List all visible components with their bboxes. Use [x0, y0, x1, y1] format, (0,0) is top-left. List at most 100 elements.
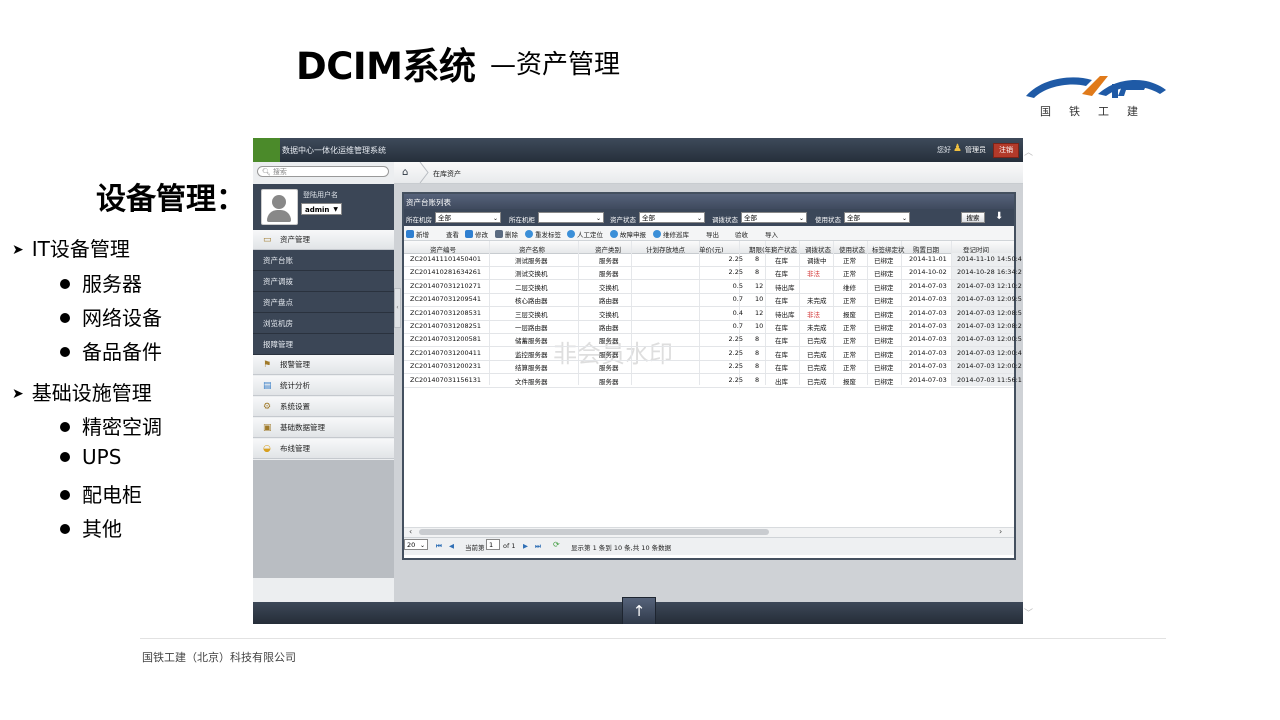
table-row[interactable]: [404, 319, 1014, 321]
resend-label-button[interactable]: 重发标签: [525, 229, 561, 239]
col-asset-name[interactable]: 资产名称: [519, 244, 545, 254]
filter-room-select[interactable]: 全部 ⌄: [435, 212, 501, 223]
col-usage-status[interactable]: 使用状态: [839, 244, 865, 254]
breadcrumb-current[interactable]: 在库资产: [433, 169, 461, 179]
cell-asset-name: 监控服务器: [515, 350, 548, 359]
table-row[interactable]: [404, 306, 1014, 308]
cell-price: 2.25: [728, 255, 743, 263]
grid-column-divider: [489, 241, 490, 385]
view-button[interactable]: 查看: [446, 229, 459, 239]
scroll-left-icon[interactable]: ‹: [409, 527, 412, 536]
cell-register-time: 2014-07-03 11:56:1: [957, 375, 1022, 384]
cell-asset-name: 测试服务器: [515, 257, 548, 265]
col-tag-status[interactable]: 标签绑定状: [872, 244, 905, 254]
sidebar-item-cabling[interactable]: ◒ 布线管理: [253, 439, 394, 459]
login-user-select[interactable]: admin ▼: [301, 203, 342, 215]
first-page-icon[interactable]: ⏮: [436, 542, 442, 551]
manual-locate-button[interactable]: 人工定位: [567, 229, 603, 239]
scroll-up-icon[interactable]: ︿: [1024, 145, 1033, 158]
sidebar-item-alarm[interactable]: ⚑ 报警管理: [253, 355, 394, 375]
sidebar-sub-asset-inventory[interactable]: 资产盘点: [253, 292, 394, 313]
scrollbar-thumb[interactable]: [419, 529, 769, 535]
cell-tag-status: 已绑定: [874, 297, 894, 306]
table-row[interactable]: [404, 386, 1014, 388]
cell-register-time: 2014-07-03 12:09:5: [957, 295, 1022, 304]
page-total: of 1: [503, 542, 516, 550]
sidebar-collapse-handle[interactable]: ‹: [394, 288, 401, 328]
repair-check-button[interactable]: 维修巡库: [653, 229, 689, 239]
col-price[interactable]: 单价(元): [699, 244, 724, 254]
sidebar-item-base-data[interactable]: ▣ 基础数据管理: [253, 418, 394, 438]
sidebar-search-input[interactable]: 🔍︎ 搜索: [257, 166, 389, 177]
dot-bullet-icon: [60, 524, 70, 534]
cell-price: 2.25: [728, 268, 743, 277]
cell-price: 2.25: [728, 348, 743, 357]
filter-cabinet-select[interactable]: ⌄: [538, 212, 604, 223]
add-button[interactable]: 新增: [406, 229, 429, 239]
grid-column-divider: [578, 241, 579, 385]
next-page-icon[interactable]: ▶: [523, 542, 528, 550]
table-row[interactable]: [404, 333, 1014, 334]
col-term[interactable]: 期限(年): [749, 244, 774, 254]
page-size-select[interactable]: 20 ⌄: [404, 539, 428, 550]
import-button[interactable]: 导入: [765, 229, 778, 239]
download-icon[interactable]: ⬇: [995, 211, 1003, 222]
cell-asset-no: ZC201407031200411: [410, 348, 482, 357]
cell-asset-no: ZC201407031156131: [410, 375, 482, 384]
col-category[interactable]: 资产类别: [595, 244, 621, 254]
filter-usage-status-select[interactable]: 全部 ⌄: [844, 212, 910, 223]
sidebar-sub-asset-transfer[interactable]: 资产调拨: [253, 271, 394, 292]
cell-asset-no: ZC201407031208531: [410, 308, 482, 317]
cell-register-time: 2014-07-03 12:08:2: [957, 322, 1022, 330]
col-purchase-date[interactable]: 购置日期: [913, 244, 939, 254]
sidebar-sub-asset-ledger[interactable]: 资产台账: [253, 250, 394, 271]
sidebar-item-statistics[interactable]: ▤ 统计分析: [253, 376, 394, 396]
table-row[interactable]: [404, 279, 1014, 281]
edit-button[interactable]: 修改: [465, 229, 488, 239]
delete-button[interactable]: 删除: [495, 229, 518, 239]
cell-category: 服务器: [599, 350, 619, 359]
refresh-icon[interactable]: ⟳: [553, 540, 560, 549]
cell-term: 8: [755, 362, 760, 371]
sidebar-sub-fault-report[interactable]: 报障管理: [253, 334, 394, 355]
grid-column-divider: [951, 241, 952, 385]
sidebar-sub-browse-room[interactable]: 浏览机房: [253, 313, 394, 334]
folder-icon: ▭: [263, 235, 272, 245]
cell-asset-status: 出库: [775, 377, 788, 386]
col-location[interactable]: 计划存放地点: [646, 244, 685, 254]
logout-button[interactable]: 注销: [993, 143, 1019, 158]
fault-report-button[interactable]: 故障申报: [610, 229, 646, 239]
export-button[interactable]: 导出: [706, 229, 719, 239]
bullet-servers: 服务器: [60, 268, 142, 297]
table-row[interactable]: [404, 266, 1014, 267]
cell-term: 8: [755, 375, 760, 384]
table-row[interactable]: [404, 359, 1014, 361]
filter-asset-status-select[interactable]: 全部 ⌄: [639, 212, 705, 223]
page-number-input[interactable]: 1: [486, 539, 500, 550]
back-to-top-button[interactable]: ↑: [622, 597, 656, 624]
cell-asset-name: 测试交换机: [515, 270, 548, 279]
scroll-right-icon[interactable]: ›: [999, 527, 1002, 536]
table-row[interactable]: [404, 373, 1014, 375]
sidebar-item-settings[interactable]: ⚙ 系统设置: [253, 397, 394, 417]
home-icon[interactable]: ⌂: [402, 167, 408, 178]
filter-transfer-status-select[interactable]: 全部 ⌄: [741, 212, 807, 223]
prev-page-icon[interactable]: ◀: [449, 542, 454, 550]
sidebar-item-asset-management[interactable]: ▭ 资产管理: [253, 230, 394, 250]
cell-purchase-date: 2014-07-03: [909, 281, 947, 290]
table-row[interactable]: [404, 346, 1014, 348]
current-user[interactable]: 管理员: [965, 145, 986, 155]
col-register-time[interactable]: 登记时间: [963, 244, 989, 254]
col-asset-status[interactable]: 资产状态: [771, 244, 797, 254]
search-button[interactable]: 搜索: [961, 212, 985, 223]
cell-transfer-status: 非法: [807, 310, 820, 319]
cell-usage-status: 正常: [843, 364, 856, 373]
scroll-down-icon[interactable]: ﹀: [1024, 606, 1033, 619]
cell-register-time: 2014-07-03 12:00:5: [957, 335, 1022, 344]
last-page-icon[interactable]: ⏭: [535, 542, 541, 551]
cell-category: 交换机: [599, 283, 619, 292]
col-transfer-status[interactable]: 调拨状态: [805, 244, 831, 254]
table-row[interactable]: [404, 292, 1014, 294]
accept-button[interactable]: 验收: [735, 229, 748, 239]
col-asset-no[interactable]: 资产编号: [430, 244, 456, 254]
